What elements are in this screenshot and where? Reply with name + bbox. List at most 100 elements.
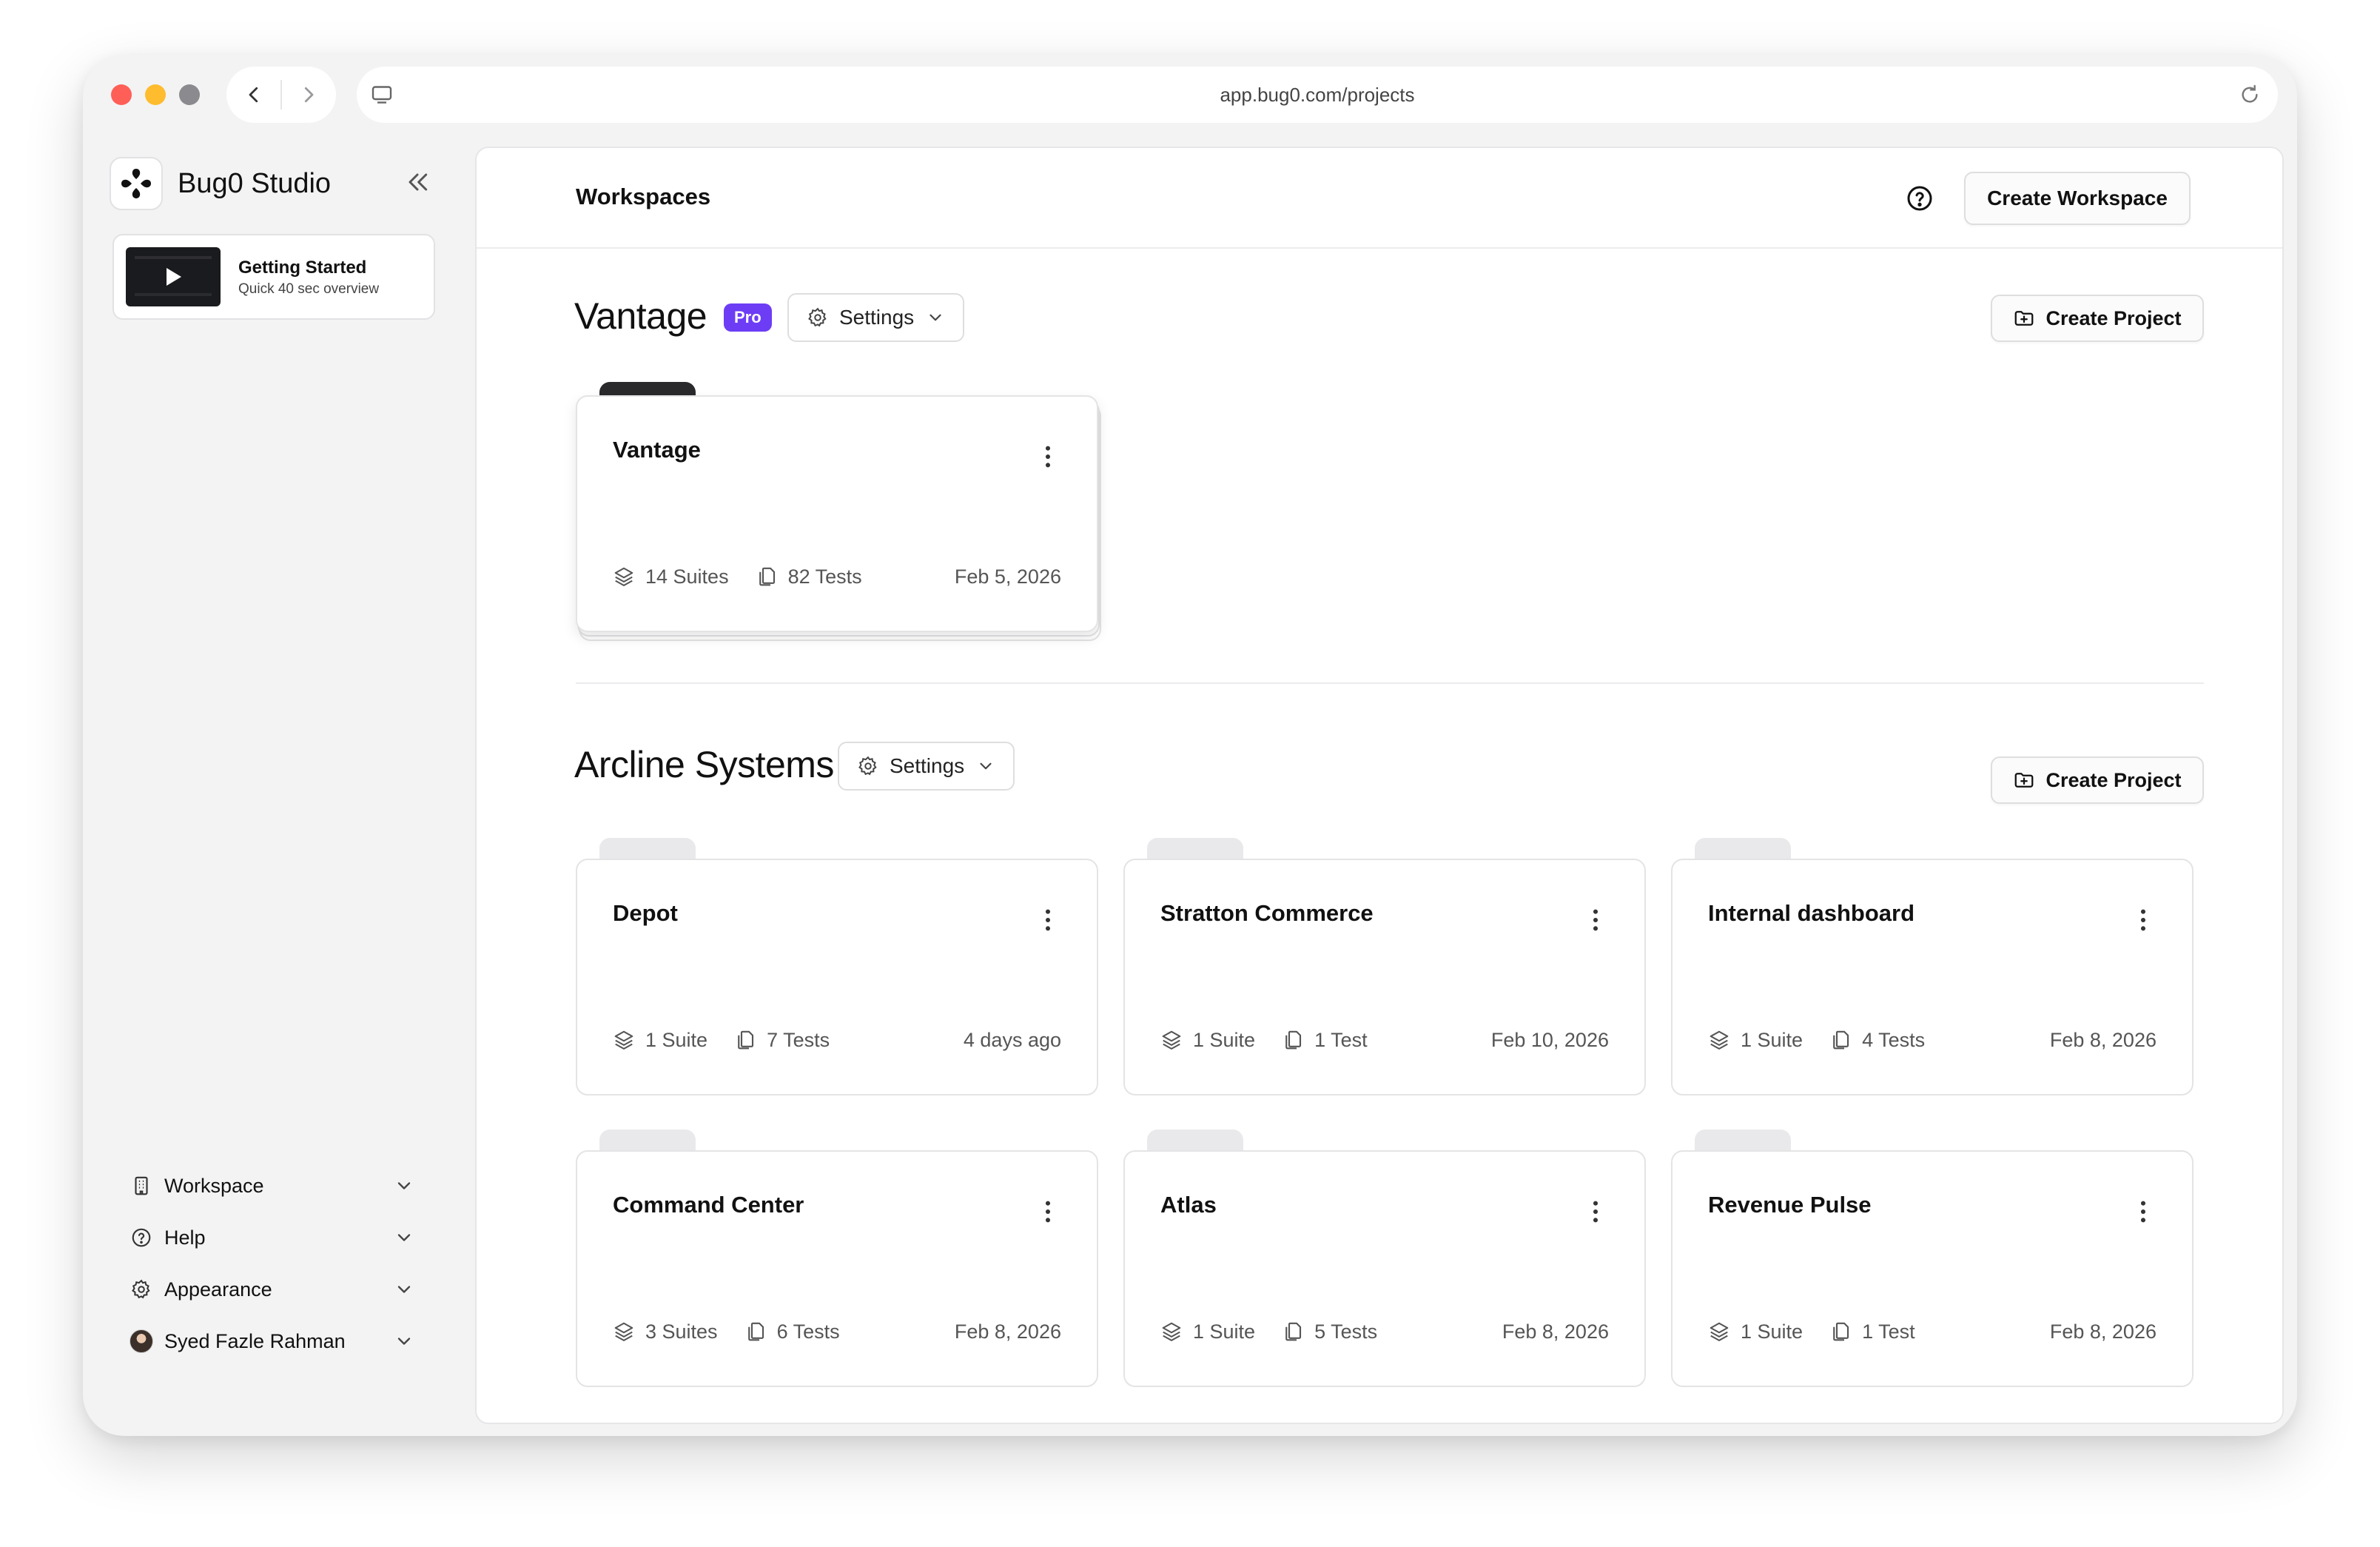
user-name: Syed Fazle Rahman <box>164 1329 346 1352</box>
project-title: Atlas <box>1160 1192 1217 1218</box>
getting-started-card[interactable]: Getting Started Quick 40 sec overview <box>112 234 435 320</box>
collapse-sidebar-icon[interactable] <box>403 167 432 197</box>
suite-count: 1 Suite <box>1708 1321 1803 1343</box>
card-folder-tab <box>1695 838 1791 860</box>
project-date: Feb 10, 2026 <box>1490 1028 1609 1051</box>
layers-icon <box>1162 1322 1181 1341</box>
files-icon <box>759 567 775 586</box>
settings-label: Settings <box>890 754 965 777</box>
getting-started-subtitle: Quick 40 sec overview <box>238 281 380 297</box>
folder-plus-icon <box>2015 773 2034 788</box>
back-button[interactable] <box>226 67 280 123</box>
video-thumbnail[interactable] <box>126 247 221 306</box>
test-count: 4 Tests <box>1829 1029 1925 1052</box>
project-date: Feb 8, 2026 <box>954 1320 1061 1343</box>
project-meta: 1 Suite 1 Test Feb 8, 2026 <box>1708 1319 2157 1344</box>
card-folder-tab <box>599 1130 696 1152</box>
project-title: Command Center <box>613 1192 804 1218</box>
project-card[interactable]: Revenue Pulse 1 Suite 1 Test Feb 8, 2026 <box>1671 1150 2194 1387</box>
files-icon <box>1833 1030 1849 1050</box>
chevron-down-icon <box>397 1234 411 1241</box>
project-title: Revenue Pulse <box>1708 1192 1872 1218</box>
top-bar: Workspaces Create Workspace <box>477 148 2282 249</box>
layers-icon <box>614 1030 633 1050</box>
page-title: Workspaces <box>576 184 711 209</box>
project-meta: 1 Suite 4 Tests Feb 8, 2026 <box>1708 1027 2157 1053</box>
chevron-down-icon <box>980 762 992 770</box>
project-card[interactable]: Internal dashboard 1 Suite 4 Tests Feb 8… <box>1671 859 2194 1095</box>
workspace-settings-button[interactable]: Settings <box>838 742 1015 791</box>
getting-started-title: Getting Started <box>238 258 367 278</box>
more-vertical-icon[interactable] <box>1043 1199 1052 1224</box>
chevron-left-icon <box>249 87 258 103</box>
sidebar-item-appearance[interactable]: Appearance <box>129 1269 425 1310</box>
project-card[interactable]: Command Center 3 Suites 6 Tests Feb 8, 2… <box>576 1150 1098 1387</box>
address-bar[interactable]: app.bug0.com/projects <box>357 67 2278 123</box>
layers-icon <box>1162 1030 1181 1050</box>
project-date: Feb 8, 2026 <box>2049 1320 2157 1343</box>
forward-button[interactable] <box>282 67 336 123</box>
minimize-window-button[interactable] <box>145 84 166 105</box>
layers-icon <box>1710 1322 1729 1341</box>
sidebar-item-label: Help <box>164 1226 206 1249</box>
help-circle-icon <box>132 1228 151 1247</box>
files-icon <box>747 1322 764 1341</box>
building-icon <box>135 1176 148 1195</box>
browser-window: app.bug0.com/projects Bug0 Studio Gettin… <box>83 55 2297 1436</box>
suite-count: 1 Suite <box>1160 1321 1255 1343</box>
sidebar-item-label: Workspace <box>164 1174 264 1197</box>
reload-icon[interactable] <box>2238 83 2262 107</box>
sidebar-item-workspace[interactable]: Workspace <box>129 1165 425 1207</box>
layers-icon <box>614 567 633 586</box>
sidebar-item-help[interactable]: Help <box>129 1217 425 1258</box>
create-project-button[interactable]: Create Project <box>1991 756 2204 804</box>
more-vertical-icon[interactable] <box>1591 1199 1600 1224</box>
workspace-settings-button[interactable]: Settings <box>787 293 965 342</box>
close-window-button[interactable] <box>111 84 132 105</box>
chevron-down-icon <box>397 1286 411 1293</box>
suite-count: 1 Suite <box>1160 1029 1255 1052</box>
card-folder-tab <box>1147 838 1243 860</box>
project-date: 4 days ago <box>963 1028 1061 1051</box>
test-count: 7 Tests <box>734 1029 830 1052</box>
project-meta: 1 Suite 1 Test Feb 10, 2026 <box>1160 1027 1609 1053</box>
layers-icon <box>1710 1030 1729 1050</box>
more-vertical-icon[interactable] <box>1043 907 1052 933</box>
settings-label: Settings <box>839 306 915 329</box>
project-meta: 14 Suites 82 Tests Feb 5, 2026 <box>613 564 1061 589</box>
project-card[interactable]: Vantage 14 Suites 82 Tests Feb 5, 2026 <box>576 395 1098 632</box>
create-project-button[interactable]: Create Project <box>1991 295 2204 342</box>
project-meta: 1 Suite 5 Tests Feb 8, 2026 <box>1160 1319 1609 1344</box>
more-vertical-icon[interactable] <box>1043 444 1052 469</box>
gear-icon <box>808 307 827 327</box>
project-date: Feb 8, 2026 <box>2049 1028 2157 1051</box>
zoom-window-button[interactable] <box>179 84 200 105</box>
project-card[interactable]: Atlas 1 Suite 5 Tests Feb 8, 2026 <box>1123 1150 1646 1387</box>
files-icon <box>1285 1322 1302 1341</box>
project-card[interactable]: Stratton Commerce 1 Suite 1 Test Feb 10,… <box>1123 859 1646 1095</box>
more-vertical-icon[interactable] <box>2139 1199 2148 1224</box>
sidebar-item-user[interactable]: Syed Fazle Rahman <box>129 1321 425 1362</box>
project-title: Vantage <box>613 437 701 463</box>
project-date: Feb 8, 2026 <box>1502 1320 1609 1343</box>
project-title: Depot <box>613 900 678 926</box>
more-vertical-icon[interactable] <box>2139 907 2148 933</box>
project-date: Feb 5, 2026 <box>954 565 1061 588</box>
more-vertical-icon[interactable] <box>1591 907 1600 933</box>
project-card[interactable]: Depot 1 Suite 7 Tests 4 days ago <box>576 859 1098 1095</box>
gear-icon <box>132 1279 150 1299</box>
create-project-label: Create Project <box>2045 768 2182 791</box>
help-icon[interactable] <box>1905 184 1934 213</box>
files-icon <box>738 1030 754 1050</box>
suite-count: 14 Suites <box>613 566 729 588</box>
files-icon <box>1285 1030 1302 1050</box>
main-panel: Workspaces Create Workspace Vantage Pro … <box>475 147 2284 1424</box>
brand[interactable]: Bug0 Studio <box>110 157 331 210</box>
suite-count: 1 Suite <box>613 1029 707 1052</box>
pro-badge: Pro <box>724 303 772 332</box>
project-meta: 1 Suite 7 Tests 4 days ago <box>613 1027 1061 1053</box>
url-text: app.bug0.com/projects <box>1220 84 1415 106</box>
create-workspace-button[interactable]: Create Workspace <box>1964 172 2191 225</box>
test-count: 1 Test <box>1282 1029 1368 1052</box>
brand-name: Bug0 Studio <box>178 167 332 199</box>
